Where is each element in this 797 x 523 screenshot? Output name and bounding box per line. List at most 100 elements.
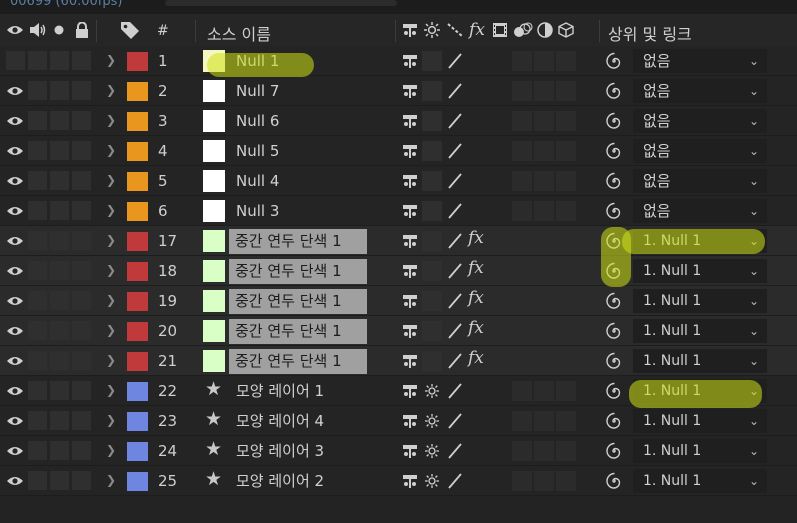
shy-switch-icon[interactable] — [401, 293, 419, 309]
parent-pick-whip-icon[interactable] — [605, 412, 623, 430]
expand-chevron-icon[interactable]: ❯ — [106, 413, 116, 427]
audio-toggle[interactable] — [28, 111, 47, 130]
expand-chevron-icon[interactable]: ❯ — [106, 113, 116, 127]
adjustment-switch[interactable] — [534, 441, 554, 461]
adjustment-layer-icon[interactable] — [535, 14, 555, 46]
layer-row[interactable]: ❯ 2 Null 7 없음 ⌄ — [0, 76, 797, 106]
collapse-switch[interactable] — [422, 111, 442, 131]
parent-pick-whip-icon[interactable] — [605, 112, 623, 130]
expand-chevron-icon[interactable]: ❯ — [106, 233, 116, 247]
parent-pick-whip-icon[interactable] — [605, 172, 623, 190]
layer-row[interactable]: ❯ 3 Null 6 없음 ⌄ — [0, 106, 797, 136]
motion-blur-switch[interactable] — [512, 471, 532, 491]
audio-toggle[interactable] — [28, 351, 47, 370]
shy-switch-icon[interactable] — [401, 443, 419, 459]
label-color-swatch[interactable] — [127, 352, 148, 371]
expand-chevron-icon[interactable]: ❯ — [106, 443, 116, 457]
motion-blur-switch[interactable] — [512, 411, 532, 431]
audio-toggle[interactable] — [28, 291, 47, 310]
effects-fx-icon[interactable]: fx — [468, 348, 484, 368]
layer-name[interactable]: 중간 연두 단색 1 — [229, 349, 367, 374]
collapse-switch[interactable] — [422, 171, 442, 191]
3d-layer-switch[interactable] — [556, 441, 576, 461]
label-color-swatch[interactable] — [127, 142, 148, 161]
solo-dot-icon[interactable] — [50, 14, 68, 46]
motion-blur-switch[interactable] — [512, 81, 532, 101]
motion-blur-switch[interactable] — [512, 321, 532, 341]
layer-row[interactable]: ❯ 18 중간 연두 단색 1 fx 1. Null 1 ⌄ — [0, 256, 797, 286]
layer-name[interactable]: Null 7 — [230, 79, 279, 104]
expand-chevron-icon[interactable]: ❯ — [106, 263, 116, 277]
label-color-swatch[interactable] — [127, 472, 148, 491]
expand-chevron-icon[interactable]: ❯ — [106, 383, 116, 397]
collapse-switch[interactable] — [422, 321, 442, 341]
audio-toggle[interactable] — [28, 231, 47, 250]
shy-switch-icon[interactable] — [401, 203, 419, 219]
label-color-swatch[interactable] — [127, 412, 148, 431]
parent-pick-whip-icon[interactable] — [605, 232, 623, 250]
motion-blur-switch[interactable] — [512, 51, 532, 71]
collapse-switch[interactable] — [422, 81, 442, 101]
parent-pick-whip-icon[interactable] — [605, 262, 623, 280]
collapse-switch[interactable] — [422, 351, 442, 371]
label-color-swatch[interactable] — [127, 382, 148, 401]
collapse-sun-switch-icon[interactable] — [425, 414, 439, 428]
lock-toggle[interactable] — [72, 351, 91, 370]
shy-switch-icon[interactable] — [401, 353, 419, 369]
parent-pick-whip-icon[interactable] — [605, 382, 623, 400]
expand-chevron-icon[interactable]: ❯ — [106, 83, 116, 97]
adjustment-switch[interactable] — [534, 381, 554, 401]
3d-layer-switch[interactable] — [556, 51, 576, 71]
audio-speaker-icon[interactable] — [28, 14, 48, 46]
solo-toggle[interactable] — [50, 351, 69, 370]
quality-slash-icon[interactable] — [446, 442, 464, 460]
parent-dropdown[interactable]: 없음 ⌄ — [633, 109, 767, 133]
visibility-eye-icon[interactable] — [4, 232, 26, 250]
layer-name[interactable]: 중간 연두 단색 1 — [229, 289, 367, 314]
quality-slash-icon[interactable] — [446, 202, 464, 220]
collapse-switch[interactable] — [422, 51, 442, 71]
effects-fx-icon[interactable]: fx — [468, 318, 484, 338]
parent-dropdown[interactable]: 없음 ⌄ — [633, 199, 767, 223]
layer-row[interactable]: ❯ 6 Null 3 없음 ⌄ — [0, 196, 797, 226]
parent-pick-whip-icon[interactable] — [605, 292, 623, 310]
shy-switch-icon[interactable] — [401, 473, 419, 489]
expand-chevron-icon[interactable]: ❯ — [106, 353, 116, 367]
3d-layer-switch[interactable] — [556, 351, 576, 371]
label-color-swatch[interactable] — [127, 52, 148, 71]
motion-blur-switch[interactable] — [512, 381, 532, 401]
parent-pick-whip-icon[interactable] — [605, 442, 623, 460]
collapse-sun-switch-icon[interactable] — [425, 384, 439, 398]
parent-dropdown[interactable]: 없음 ⌄ — [633, 169, 767, 193]
layer-name[interactable]: 모양 레이어 2 — [230, 469, 324, 494]
quality-slash-icon[interactable] — [446, 262, 464, 280]
layer-row[interactable]: ❯ 17 중간 연두 단색 1 fx 1. Null 1 ⌄ — [0, 226, 797, 256]
audio-toggle[interactable] — [28, 261, 47, 280]
effects-fx-icon[interactable]: fx — [468, 288, 484, 308]
adjustment-switch[interactable] — [534, 261, 554, 281]
quality-dotted-line-icon[interactable] — [444, 14, 466, 46]
3d-layer-switch[interactable] — [556, 81, 576, 101]
solo-toggle[interactable] — [50, 111, 69, 130]
parent-pick-whip-icon[interactable] — [605, 352, 623, 370]
visibility-eye-icon[interactable] — [4, 322, 26, 340]
lock-toggle[interactable] — [72, 321, 91, 340]
lock-toggle[interactable] — [72, 201, 91, 220]
visibility-eye-icon[interactable] — [4, 382, 26, 400]
expand-chevron-icon[interactable]: ❯ — [106, 323, 116, 337]
quality-slash-icon[interactable] — [446, 82, 464, 100]
adjustment-switch[interactable] — [534, 201, 554, 221]
parent-dropdown[interactable]: 1. Null 1 ⌄ — [633, 319, 767, 343]
solo-toggle[interactable] — [50, 291, 69, 310]
shy-switch-icon[interactable] — [401, 323, 419, 339]
solo-toggle[interactable] — [50, 231, 69, 250]
collapse-switch[interactable] — [422, 231, 442, 251]
3d-layer-switch[interactable] — [556, 381, 576, 401]
audio-toggle[interactable] — [28, 51, 47, 70]
visibility-toggle[interactable] — [6, 51, 25, 70]
parent-dropdown[interactable]: 없음 ⌄ — [633, 49, 767, 73]
quality-slash-icon[interactable] — [446, 382, 464, 400]
label-color-swatch[interactable] — [127, 322, 148, 341]
adjustment-switch[interactable] — [534, 81, 554, 101]
shy-icon[interactable] — [400, 14, 420, 46]
